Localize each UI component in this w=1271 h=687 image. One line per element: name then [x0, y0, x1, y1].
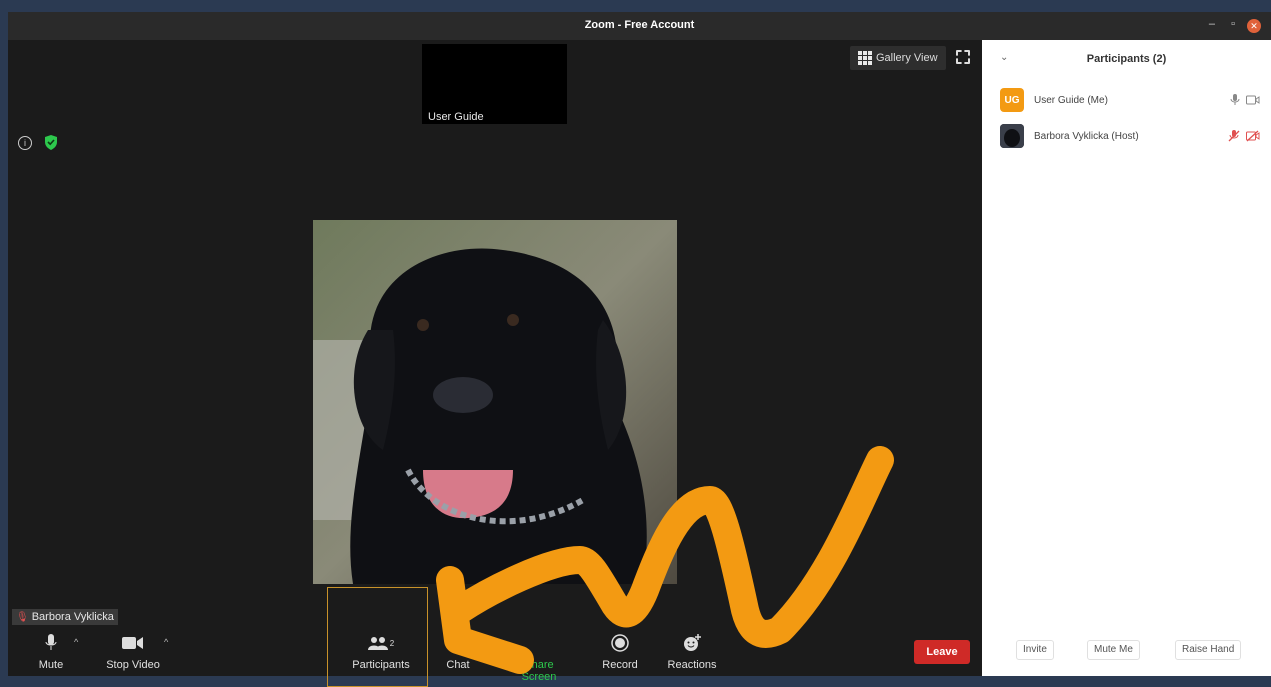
title-bar: Zoom - Free Account – ▫ ✕ — [8, 12, 1271, 40]
microphone-icon — [1230, 94, 1240, 105]
participant-row[interactable]: Barbora Vyklicka (Host) — [1000, 124, 1260, 148]
muted-mic-icon: 🎙 — [16, 611, 29, 623]
invite-button[interactable]: Invite — [1016, 640, 1054, 660]
stop-video-label: Stop Video — [106, 659, 160, 671]
participant-row[interactable]: UG User Guide (Me) — [1000, 88, 1260, 112]
participants-panel-header: ⌄ Participants (2) — [982, 40, 1271, 78]
microphone-icon — [36, 631, 66, 655]
leave-button[interactable]: Leave — [914, 640, 970, 664]
video-options-caret-icon[interactable]: ^ — [164, 637, 168, 647]
participants-panel: ⌄ Participants (2) UG User Guide (Me) Ba… — [982, 40, 1271, 676]
video-camera-icon — [103, 631, 163, 655]
stop-video-button[interactable]: Stop Video — [103, 631, 163, 671]
speaker-name: Barbora Vyklicka — [31, 611, 114, 623]
speaker-name-tag: 🎙 Barbora Vyklicka — [12, 609, 118, 625]
mute-me-button[interactable]: Mute Me — [1087, 640, 1140, 660]
avatar: UG — [1000, 88, 1024, 112]
muted-microphone-icon — [1228, 130, 1240, 142]
avatar — [1000, 124, 1024, 148]
maximize-icon[interactable]: ▫ — [1231, 18, 1235, 30]
video-camera-icon — [1246, 95, 1260, 105]
mute-button[interactable]: Mute — [36, 631, 66, 671]
screen-frame: Zoom - Free Account – ▫ ✕ User Guide Gal… — [0, 0, 1271, 687]
participant-name: Barbora Vyklicka (Host) — [1034, 130, 1139, 142]
window-title: Zoom - Free Account — [584, 19, 695, 31]
thumbnail-label: User Guide — [426, 110, 486, 124]
fullscreen-icon[interactable] — [956, 50, 970, 64]
mute-options-caret-icon[interactable]: ^ — [74, 637, 78, 647]
info-icon[interactable]: i — [18, 136, 32, 150]
participant-name: User Guide (Me) — [1034, 94, 1108, 106]
minimize-icon[interactable]: – — [1209, 18, 1215, 30]
mute-label: Mute — [38, 659, 64, 671]
raise-hand-button[interactable]: Raise Hand — [1175, 640, 1242, 660]
close-icon[interactable]: ✕ — [1247, 19, 1261, 33]
gallery-view-label: Gallery View — [876, 52, 938, 64]
shield-icon[interactable] — [44, 135, 58, 150]
gallery-view-button[interactable]: Gallery View — [850, 46, 946, 70]
grid-icon — [858, 51, 872, 65]
annotation-arrow-icon — [436, 446, 894, 674]
self-thumbnail[interactable]: User Guide — [422, 44, 567, 124]
video-off-icon — [1246, 130, 1260, 142]
participants-highlight-box — [327, 587, 428, 687]
participants-panel-title: Participants (2) — [1086, 53, 1167, 65]
